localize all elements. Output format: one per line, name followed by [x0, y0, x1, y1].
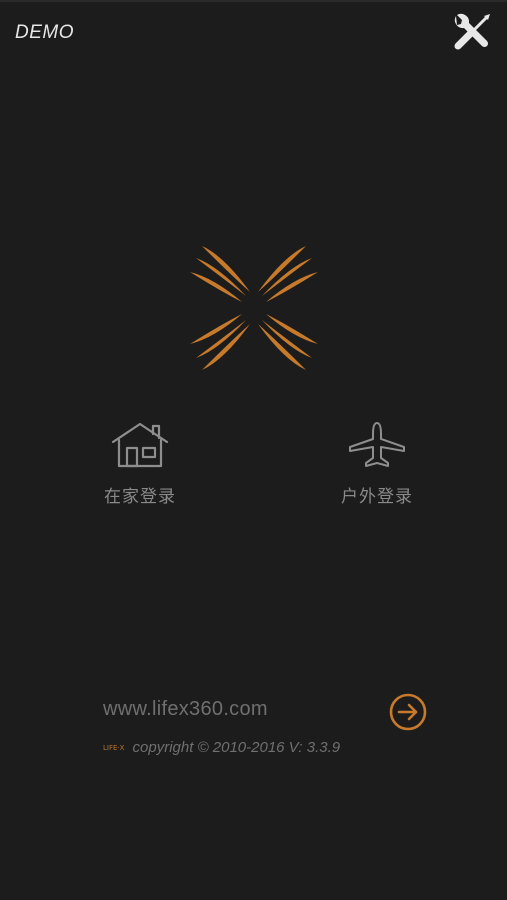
home-login-button[interactable]: 在家登录: [75, 420, 205, 512]
outdoor-login-label: 户外登录: [341, 487, 413, 507]
lifex-logo: [188, 242, 320, 374]
copyright-text: copyright © 2010-2016 V: 3.3.9: [132, 739, 341, 756]
tools-icon: [454, 13, 490, 50]
house-icon: [111, 422, 169, 468]
lifex-x-logo-icon: [190, 246, 318, 370]
go-button[interactable]: [388, 692, 428, 732]
brand-mark: LIFE·X: [103, 743, 125, 752]
footer-info: LIFE·X copyright © 2010-2016 V: 3.3.9: [103, 737, 341, 756]
outdoor-login-button[interactable]: 户外登录: [312, 420, 442, 512]
airplane-icon: [349, 422, 405, 467]
top-edge: [0, 0, 507, 2]
demo-mode-label: DEMO: [15, 22, 74, 43]
arrow-right-circle-icon: [389, 693, 427, 731]
home-login-label: 在家登录: [104, 487, 176, 507]
website-link[interactable]: www.lifex360.com: [103, 698, 268, 721]
settings-button[interactable]: [448, 12, 494, 56]
